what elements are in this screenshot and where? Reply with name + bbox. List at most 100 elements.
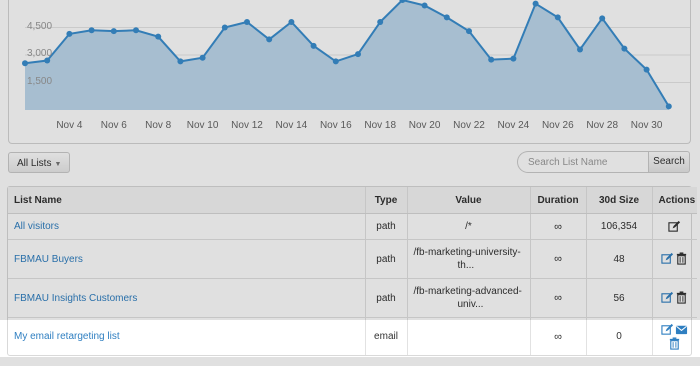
table-row: My email retargeting list email ∞ 0 (8, 317, 697, 355)
x-tick-label: Nov 14 (275, 120, 308, 131)
x-tick-label: Nov 26 (541, 120, 574, 131)
list-duration: ∞ (529, 278, 586, 318)
audience-size-chart: 1,500 3,000 4,500 Nov 4 Nov 6 Nov 8 Nov 10 Nov… (0, 0, 700, 145)
data-point[interactable] (377, 19, 384, 25)
edit-icon[interactable] (661, 323, 675, 337)
y-tick-label: 4,500 (27, 20, 53, 32)
list-toolbar: All Lists ▼ Search (0, 150, 700, 178)
search-button[interactable]: Search (648, 151, 690, 173)
data-point[interactable] (443, 14, 450, 21)
list-name-link[interactable]: FBMAU Buyers (14, 254, 83, 265)
all-lists-dropdown[interactable]: All Lists ▼ (8, 152, 71, 173)
x-tick-label: Nov 18 (364, 120, 397, 131)
data-point[interactable] (355, 51, 361, 58)
edit-icon[interactable] (661, 252, 675, 266)
table-row: FBMAU Buyers path /fb-marketing-universi… (8, 239, 697, 279)
list-value-line: univ... (457, 299, 484, 310)
list-value: /fb-marketing-advanced-univ... (406, 278, 530, 318)
data-point[interactable] (332, 58, 339, 65)
x-tick-label: Nov 16 (319, 120, 352, 131)
header-type[interactable]: Type (364, 187, 407, 214)
lists-table: List Name Type Value Duration 30d Size A… (8, 187, 697, 355)
x-tick-label: Nov 20 (408, 120, 441, 131)
list-duration: ∞ (529, 239, 586, 279)
trash-icon[interactable] (668, 336, 682, 351)
list-duration: ∞ (529, 317, 586, 355)
data-point[interactable] (577, 46, 583, 53)
list-name-link[interactable]: My email retargeting list (14, 331, 120, 342)
search-list-name-input[interactable] (517, 151, 648, 173)
list-size: 106,354 (585, 213, 652, 240)
dim-overlay (0, 357, 700, 366)
data-point[interactable] (554, 14, 561, 21)
data-point[interactable] (177, 58, 184, 65)
x-tick-label: Nov 30 (630, 120, 663, 131)
x-tick-label: Nov 10 (186, 120, 219, 131)
header-value[interactable]: Value (406, 187, 530, 214)
list-value-line: /fb-marketing-university- (413, 247, 521, 258)
x-tick-label: Nov 24 (497, 120, 530, 131)
data-point[interactable] (110, 28, 117, 35)
list-value (406, 317, 530, 355)
data-point[interactable] (221, 24, 228, 31)
list-name-link[interactable]: FBMAU Insights Customers (14, 293, 137, 304)
trash-icon[interactable] (675, 291, 689, 305)
lists-table-container: List Name Type Value Duration 30d Size A… (7, 186, 697, 356)
data-point[interactable] (466, 28, 472, 35)
x-tick-label: Nov 22 (453, 120, 485, 131)
search-group: Search (517, 151, 690, 173)
data-point[interactable] (421, 2, 428, 9)
table-row: All visitors path /* ∞ 106,354 (8, 213, 697, 240)
data-point[interactable] (266, 36, 273, 43)
list-name-link[interactable]: All visitors (14, 221, 59, 232)
data-point[interactable] (310, 42, 317, 49)
data-point[interactable] (621, 45, 628, 52)
list-value: /fb-marketing-university-th... (406, 239, 530, 279)
y-tick-label: 1,500 (27, 75, 53, 87)
caret-down-icon: ▼ (54, 161, 62, 168)
x-tick-label: Nov 4 (56, 120, 83, 131)
list-value: /* (406, 213, 530, 240)
header-duration[interactable]: Duration (529, 187, 586, 214)
row-actions (651, 278, 697, 318)
list-type: email (364, 317, 407, 355)
data-point[interactable] (488, 56, 495, 63)
list-size: 56 (585, 278, 652, 318)
edit-icon[interactable] (661, 291, 675, 305)
table-header-row: List Name Type Value Duration 30d Size A… (8, 187, 697, 214)
list-size: 0 (585, 317, 652, 355)
data-point[interactable] (66, 30, 73, 37)
data-point[interactable] (133, 27, 139, 34)
x-tick-label: Nov 8 (145, 120, 172, 131)
row-actions (651, 213, 697, 240)
data-point[interactable] (510, 55, 517, 62)
row-actions (651, 239, 697, 279)
data-point[interactable] (599, 15, 606, 22)
data-point[interactable] (88, 27, 95, 34)
data-point[interactable] (288, 19, 295, 25)
table-row: FBMAU Insights Customers path /fb-market… (8, 278, 697, 318)
list-type: path (364, 213, 407, 240)
data-point[interactable] (665, 103, 672, 110)
header-list-name[interactable]: List Name (8, 187, 365, 214)
data-point[interactable] (22, 60, 28, 67)
list-size: 48 (585, 239, 652, 279)
data-point[interactable] (155, 33, 162, 40)
data-point[interactable] (643, 66, 650, 73)
row-actions (651, 317, 697, 355)
x-tick-label: Nov 28 (586, 120, 619, 131)
data-point[interactable] (199, 54, 206, 61)
list-type: path (364, 239, 407, 279)
x-tick-label: Nov 12 (231, 120, 263, 131)
trash-icon[interactable] (675, 252, 689, 266)
edit-icon[interactable] (668, 220, 682, 234)
data-point[interactable] (532, 0, 539, 7)
data-point[interactable] (244, 19, 250, 25)
list-value-line: /fb-marketing-advanced- (413, 286, 522, 297)
header-30d-size[interactable]: 30d Size (585, 187, 652, 214)
envelope-icon[interactable] (675, 323, 689, 337)
dropdown-label: All Lists (17, 158, 52, 169)
y-tick-label: 3,000 (27, 48, 53, 59)
list-type: path (364, 278, 407, 318)
list-duration: ∞ (529, 213, 586, 240)
